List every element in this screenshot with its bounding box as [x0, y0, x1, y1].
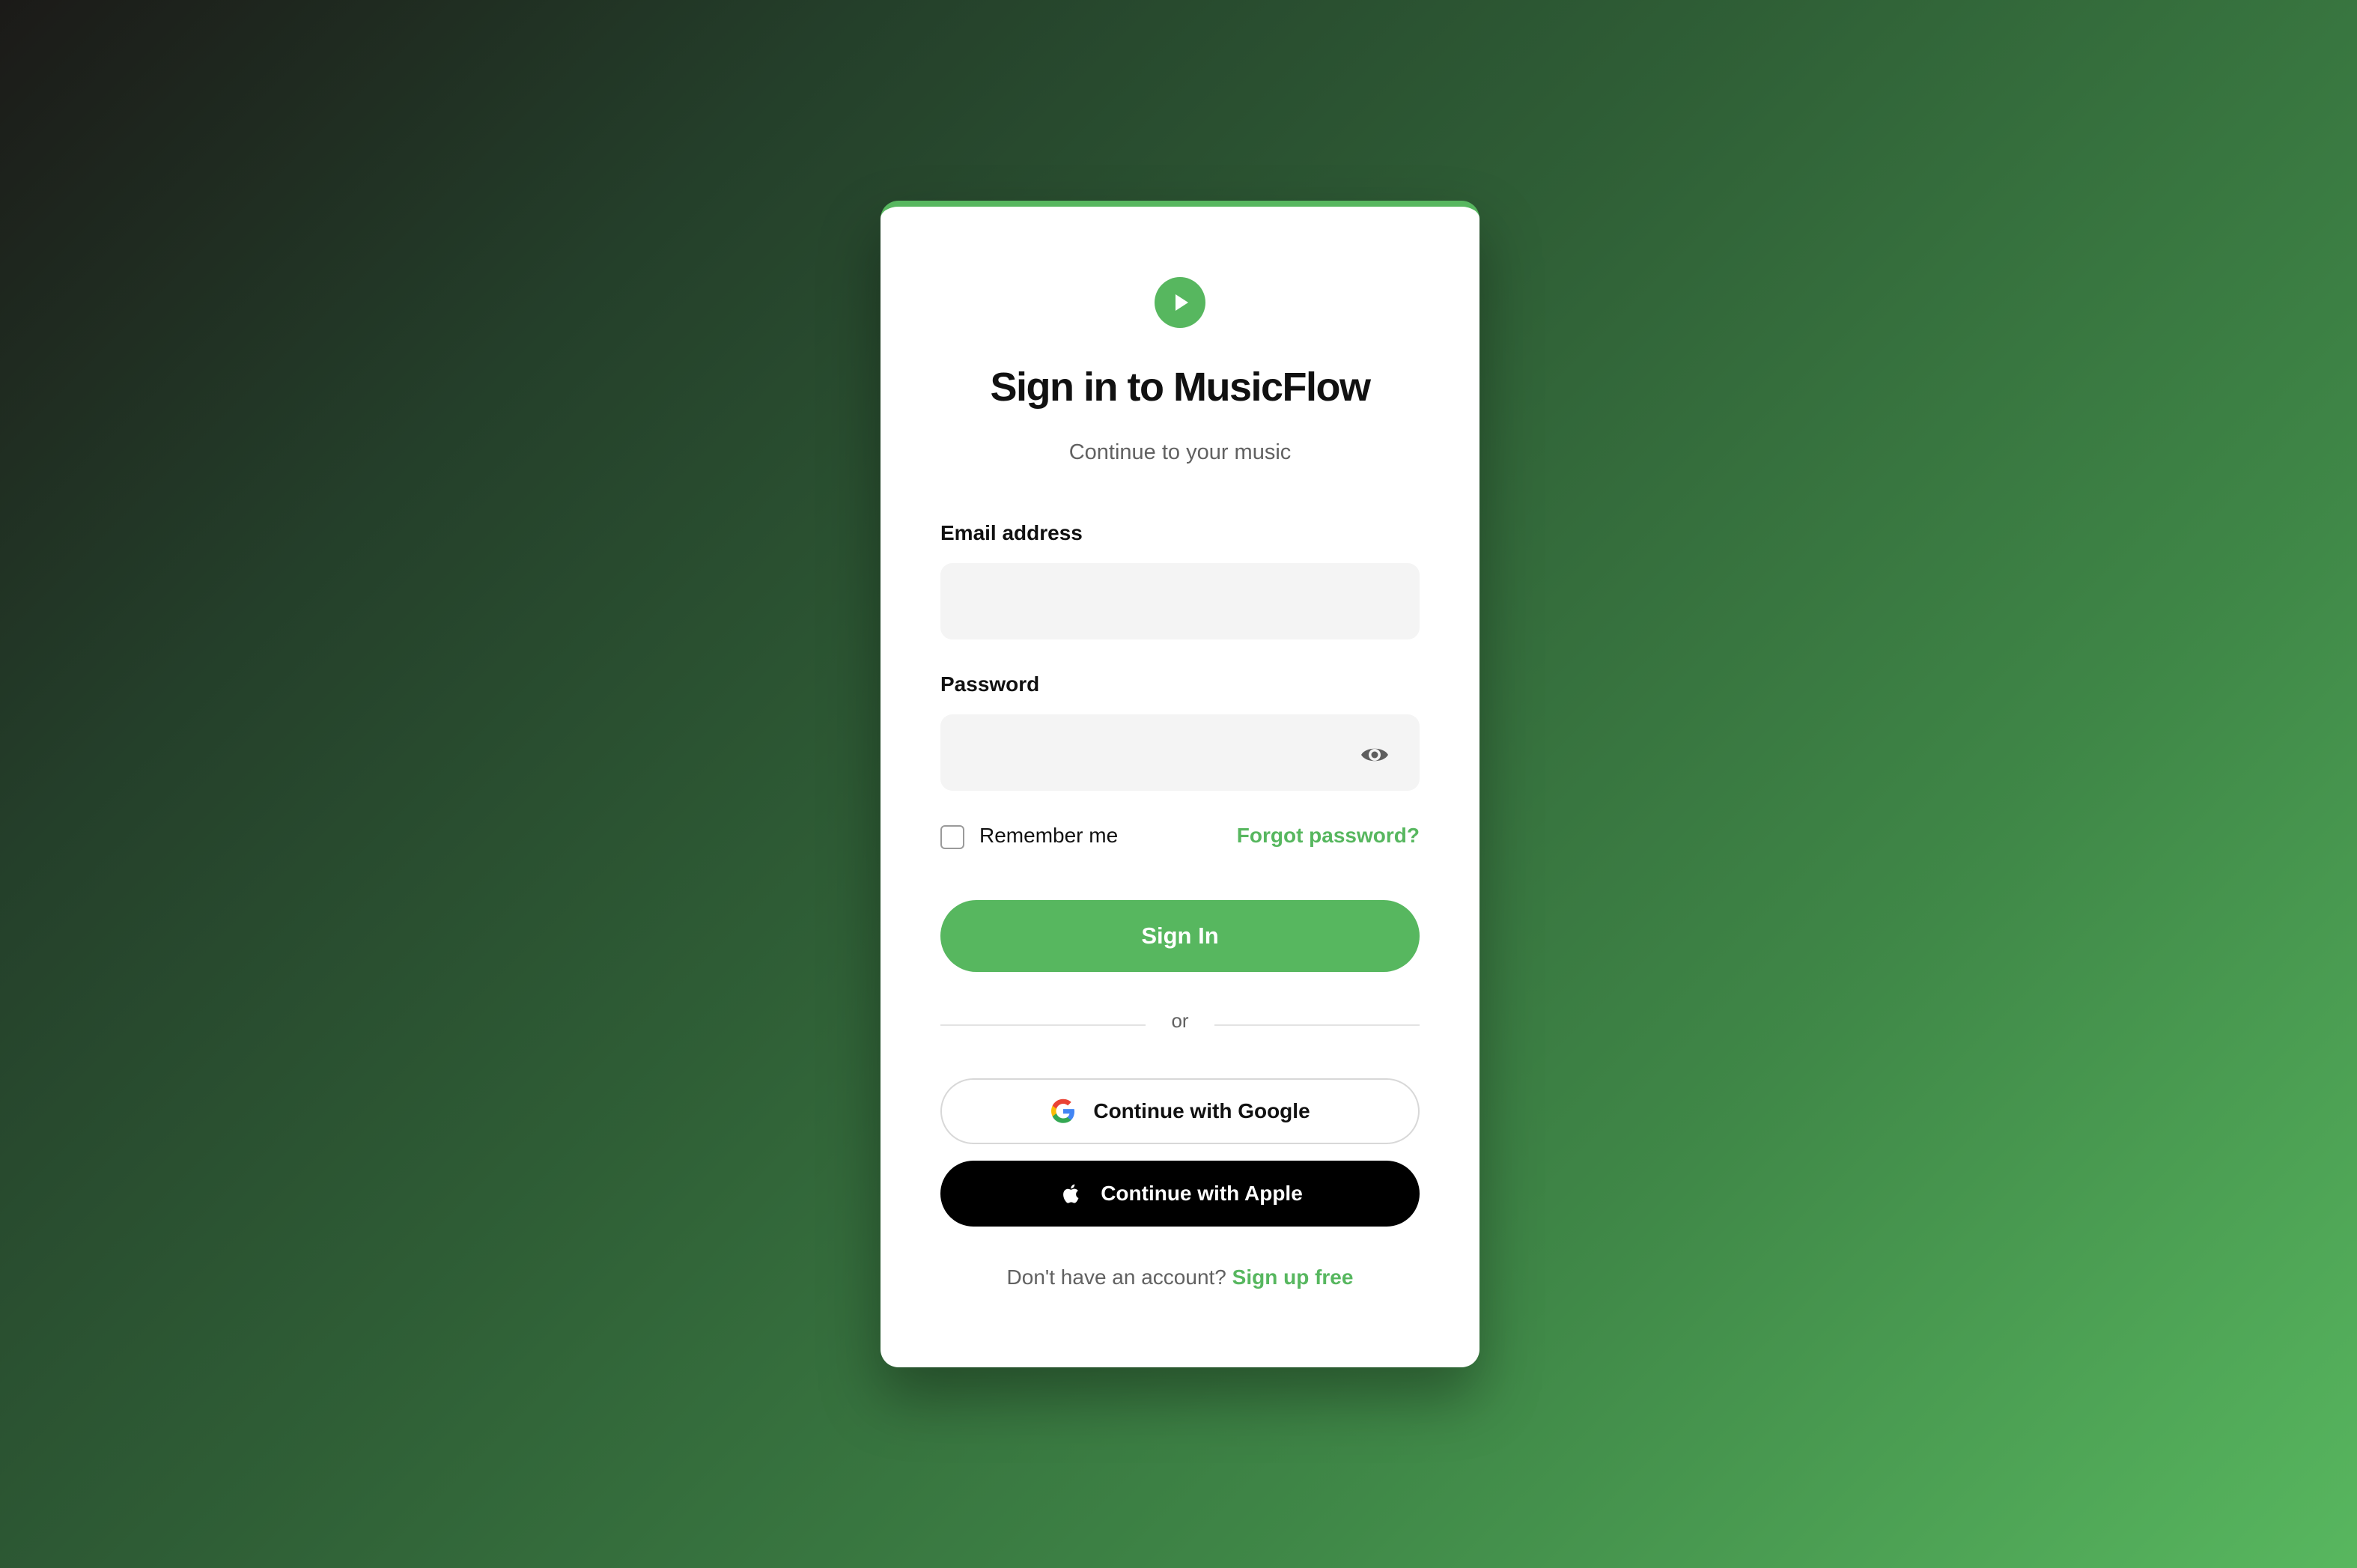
page-subtitle: Continue to your music — [1068, 440, 1292, 464]
sign-in-button[interactable]: Sign In — [940, 900, 1420, 972]
eye-icon[interactable] — [1358, 738, 1391, 771]
apple-icon — [1063, 1184, 1079, 1203]
divider-or-label: or — [1171, 1009, 1189, 1032]
signup-prompt: Don't have an account? Sign up free — [881, 1265, 1479, 1289]
forgot-password-link[interactable]: Forgot password? — [1237, 824, 1420, 848]
password-field[interactable] — [940, 714, 1420, 791]
apple-button-label: Continue with Apple — [1101, 1182, 1303, 1205]
google-icon — [1051, 1098, 1075, 1123]
email-label: Email address — [940, 521, 1083, 544]
signup-link[interactable]: Sign up free — [1232, 1265, 1354, 1289]
signup-prompt-text: Don't have an account? — [1006, 1265, 1226, 1289]
play-icon — [1155, 277, 1205, 328]
apple-signin-button[interactable]: Continue with Apple — [940, 1161, 1420, 1227]
google-signin-button[interactable]: Continue with Google — [940, 1078, 1420, 1144]
google-button-label: Continue with Google — [1093, 1099, 1310, 1122]
divider-line-right — [1214, 1024, 1420, 1026]
signin-card: Sign in to MusicFlow Continue to your mu… — [881, 201, 1479, 1367]
password-label: Password — [940, 672, 1040, 696]
email-field[interactable] — [940, 563, 1420, 639]
page-title: Sign in to MusicFlow — [990, 365, 1371, 410]
remember-checkbox[interactable] — [940, 825, 964, 849]
remember-label[interactable]: Remember me — [979, 824, 1118, 848]
